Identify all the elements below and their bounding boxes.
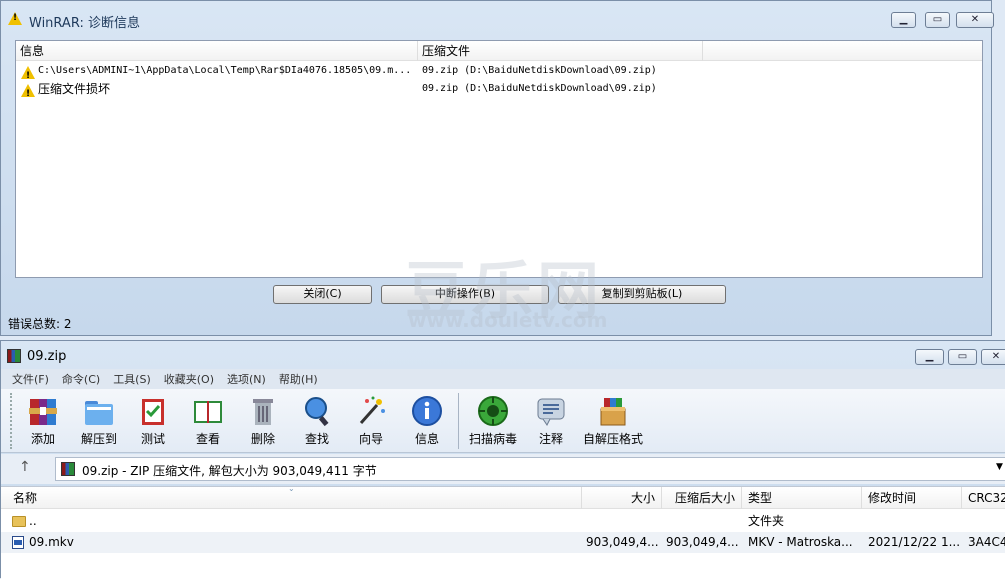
winrar-icon [7, 349, 21, 363]
file-type: MKV - Matroska... [748, 535, 853, 549]
wizard-button[interactable]: 向导 [353, 395, 389, 447]
path-field[interactable]: 09.zip - ZIP 压缩文件, 解包大小为 903,049,411 字节 … [55, 457, 1005, 481]
file-modified: 2021/12/22 1... [868, 535, 960, 549]
table-row[interactable]: 09.mkv 903,049,4... 903,049,4... MKV - M… [1, 532, 1005, 553]
file-crc: 3A4C4 [968, 535, 1005, 549]
column-modified[interactable]: 修改时间 [862, 487, 962, 509]
menu-commands[interactable]: 命令(C) [62, 370, 100, 390]
item-archive: 09.zip (D:\BaiduNetdiskDownload\09.zip) [422, 83, 657, 94]
sfx-box-icon [600, 398, 626, 426]
file-list-header: 名称 ⌄ 大小 压缩后大小 类型 修改时间 CRC32 [1, 484, 1005, 509]
warning-icon [8, 12, 25, 26]
test-label: 测试 [140, 432, 165, 446]
add-button[interactable]: 添加 [23, 395, 63, 447]
toolbar: 添加 解压到 测试 查看 删除 查找 向导 信息 扫描病毒 注释 自解压格式 [1, 389, 1005, 453]
scan-virus-button[interactable]: 扫描病毒 [467, 395, 519, 447]
list-item[interactable]: C:\Users\ADMINI~1\AppData\Local\Temp\Rar… [16, 62, 982, 85]
archive-icon [61, 462, 75, 476]
column-crc[interactable]: CRC32 [962, 487, 1005, 509]
wizard-label: 向导 [358, 432, 383, 446]
close-button[interactable]: ✕ [956, 12, 994, 28]
title-bar: WinRAR: 诊断信息 ▁ ▭ ✕ [1, 1, 994, 37]
title-bar: 09.zip ▁ ▭ ✕ [1, 341, 1005, 369]
window-title: 09.zip [27, 349, 67, 364]
file-name: .. [29, 514, 37, 528]
delete-label: 删除 [250, 432, 275, 446]
toolbar-grip [10, 393, 14, 449]
error-total: 错误总数: 2 [8, 317, 72, 331]
menu-help[interactable]: 帮助(H) [279, 370, 318, 390]
scan-virus-label: 扫描病毒 [468, 432, 517, 446]
test-button[interactable]: 测试 [135, 395, 171, 447]
comment-label: 注释 [538, 432, 563, 446]
folder-icon [12, 516, 26, 527]
column-type[interactable]: 类型 [742, 487, 862, 509]
menu-options[interactable]: 选项(N) [227, 370, 266, 390]
info-button[interactable]: 信息 [409, 395, 445, 447]
delete-button[interactable]: 删除 [245, 395, 281, 447]
minimize-button[interactable]: ▁ [891, 12, 916, 28]
main-window: 09.zip ▁ ▭ ✕ 文件(F) 命令(C) 工具(S) 收藏夹(O) 选项(N) 帮… [0, 340, 1005, 579]
toolbar-separator [458, 393, 459, 449]
view-label: 查看 [195, 432, 220, 446]
column-info[interactable]: 信息 [16, 41, 418, 61]
up-arrow-icon[interactable]: ↑ [19, 459, 31, 475]
maximize-button[interactable]: ▭ [925, 12, 950, 28]
window-title: WinRAR: 诊断信息 [29, 16, 140, 31]
file-list[interactable]: 名称 ⌄ 大小 压缩后大小 类型 修改时间 CRC32 .. 文件夹 09.mk… [1, 484, 1005, 579]
archive-add-icon [29, 399, 57, 425]
sort-indicator-icon: ⌄ [288, 484, 295, 493]
item-info: 压缩文件损坏 [38, 82, 111, 96]
info-label: 信息 [414, 432, 439, 446]
sfx-button[interactable]: 自解压格式 [581, 395, 645, 447]
diagnostic-window: WinRAR: 诊断信息 ▁ ▭ ✕ 信息 压缩文件 C:\Users\ADMI… [0, 0, 994, 336]
sfx-label: 自解压格式 [582, 432, 643, 446]
file-type: 文件夹 [748, 514, 785, 528]
file-name: 09.mkv [29, 535, 74, 549]
virus-scan-icon [478, 396, 508, 426]
comment-icon [537, 398, 565, 426]
diagnostic-list[interactable]: 信息 压缩文件 C:\Users\ADMINI~1\AppData\Local\… [15, 40, 983, 278]
view-button[interactable]: 查看 [187, 395, 229, 447]
menu-file[interactable]: 文件(F) [12, 370, 49, 390]
magnifier-icon [305, 397, 329, 427]
maximize-button[interactable]: ▭ [948, 349, 977, 365]
table-row[interactable]: .. 文件夹 [1, 511, 1005, 532]
chevron-down-icon[interactable]: ▼ [996, 462, 1003, 472]
item-archive: 09.zip (D:\BaiduNetdiskDownload\09.zip) [422, 65, 657, 76]
folder-extract-icon [85, 401, 113, 425]
extract-to-label: 解压到 [80, 432, 117, 446]
add-label: 添加 [30, 432, 55, 446]
clipboard-check-icon [142, 399, 164, 425]
trash-icon [253, 399, 273, 425]
copy-to-clipboard-button[interactable]: 复制到剪贴板(L) [558, 285, 726, 304]
book-icon [194, 401, 222, 423]
video-file-icon-badge [14, 540, 22, 545]
column-archive[interactable]: 压缩文件 [418, 41, 703, 61]
address-bar: ↑ 09.zip - ZIP 压缩文件, 解包大小为 903,049,411 字… [1, 454, 1005, 484]
item-info: C:\Users\ADMINI~1\AppData\Local\Temp\Rar… [38, 65, 412, 76]
file-packed-size: 903,049,4... [666, 535, 738, 549]
file-size: 903,049,4... [586, 535, 658, 549]
path-text: 09.zip - ZIP 压缩文件, 解包大小为 903,049,411 字节 [82, 464, 377, 478]
find-label: 查找 [304, 432, 329, 446]
extract-to-button[interactable]: 解压到 [77, 395, 121, 447]
magic-wand-icon [359, 396, 385, 424]
menu-bar: 文件(F) 命令(C) 工具(S) 收藏夹(O) 选项(N) 帮助(H) [1, 369, 1005, 389]
menu-favorites[interactable]: 收藏夹(O) [164, 370, 214, 390]
abort-button[interactable]: 中断操作(B) [381, 285, 549, 304]
comment-button[interactable]: 注释 [533, 395, 569, 447]
column-packed[interactable]: 压缩后大小 [662, 487, 742, 509]
menu-tools[interactable]: 工具(S) [113, 370, 151, 390]
column-size[interactable]: 大小 [582, 487, 662, 509]
list-header: 信息 压缩文件 [16, 41, 982, 61]
find-button[interactable]: 查找 [299, 395, 335, 447]
list-item[interactable]: 压缩文件损坏 09.zip (D:\BaiduNetdiskDownload\0… [16, 80, 982, 103]
warning-icon [21, 82, 38, 103]
info-icon [412, 396, 442, 426]
minimize-button[interactable]: ▁ [915, 349, 944, 365]
close-button[interactable]: ✕ [981, 349, 1005, 365]
close-dialog-button[interactable]: 关闭(C) [273, 285, 372, 304]
